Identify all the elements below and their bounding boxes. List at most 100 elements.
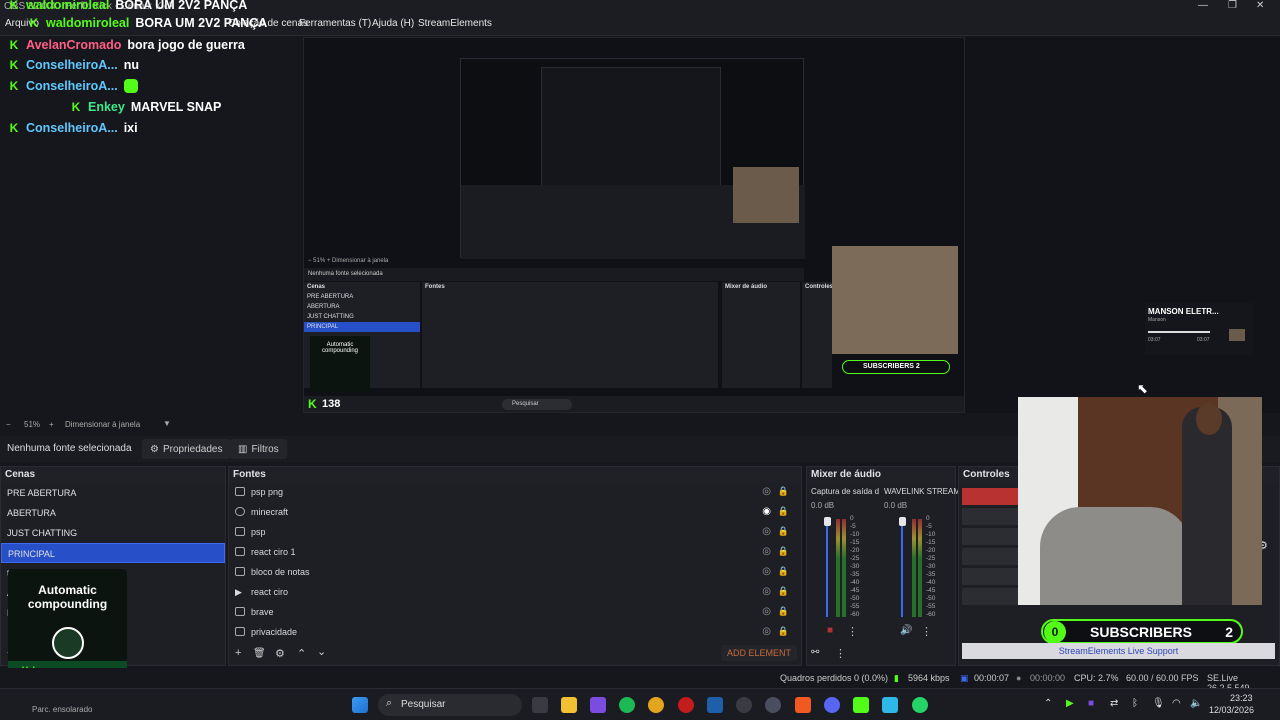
source-item[interactable]: psp ◎ 🔒: [229, 523, 801, 543]
filters-button[interactable]: ▥ Filtros: [230, 439, 287, 459]
scene-item[interactable]: JUST CHATTING: [1, 523, 225, 543]
image-icon: [235, 487, 245, 496]
gear-icon[interactable]: ⚙: [275, 647, 285, 660]
tray-icon[interactable]: ■: [1088, 698, 1094, 709]
volume-fader[interactable]: [901, 517, 903, 617]
source-item[interactable]: brave ◎ 🔒: [229, 603, 801, 623]
link-icon[interactable]: ⚯: [811, 647, 819, 658]
notes-icon[interactable]: [882, 697, 898, 713]
menu-ajuda[interactable]: Ajuda (H): [372, 18, 414, 29]
control-button[interactable]: [962, 528, 1020, 545]
steam-icon[interactable]: [707, 697, 723, 713]
chrome-icon[interactable]: [648, 697, 664, 713]
scene-item[interactable]: PRE ABERTURA: [1, 483, 225, 503]
wifi-icon[interactable]: ◠: [1172, 698, 1181, 709]
microphone-icon[interactable]: 🎙: [1152, 698, 1165, 709]
chevron-down-icon[interactable]: ▼: [163, 419, 171, 428]
control-button[interactable]: [962, 568, 1020, 585]
zoom-in-button[interactable]: +: [49, 420, 54, 429]
tray-icon[interactable]: ▶: [1066, 698, 1074, 709]
discord-icon[interactable]: [824, 697, 840, 713]
volume-knob[interactable]: [824, 517, 831, 526]
app-icon[interactable]: [765, 697, 781, 713]
window-icon: [235, 607, 245, 616]
lock-icon[interactable]: 🔒: [778, 626, 789, 637]
trash-icon[interactable]: 🗑: [253, 648, 266, 659]
volume-fader[interactable]: [826, 517, 828, 617]
chat-message: bora jogo de guerra: [127, 38, 245, 52]
source-item[interactable]: react ciro 1 ◎ 🔒: [229, 543, 801, 563]
move-down-icon[interactable]: ⌄: [317, 645, 326, 658]
more-options-icon[interactable]: ⋮: [835, 647, 846, 660]
minimize-button[interactable]: —: [1198, 0, 1208, 11]
volume-knob[interactable]: [899, 517, 906, 526]
close-button[interactable]: ✕: [1256, 0, 1264, 11]
menu-streamelements[interactable]: StreamElements: [418, 18, 492, 29]
eye-hidden-icon[interactable]: ◎: [762, 526, 771, 537]
add-element-button[interactable]: ADD ELEMENT: [721, 645, 797, 661]
clock-date[interactable]: 12/03/2026: [1209, 705, 1254, 715]
tray-icon[interactable]: ⇄: [1110, 698, 1118, 709]
eye-hidden-icon[interactable]: ◎: [762, 546, 771, 557]
emote-icon: [123, 79, 138, 93]
control-button[interactable]: [962, 588, 1020, 605]
start-icon[interactable]: [352, 697, 368, 713]
properties-button[interactable]: ⚙ Propriedades: [142, 439, 231, 459]
lock-icon[interactable]: 🔒: [778, 546, 789, 557]
bluetooth-icon[interactable]: ᛒ: [1132, 698, 1138, 709]
chat-username: waldomiroleal: [46, 16, 130, 30]
live-support-link[interactable]: StreamElements Live Support: [962, 643, 1275, 659]
nested-kick-count: 138: [322, 398, 341, 410]
preview-canvas[interactable]: − 51% + Dimensionar à janela Nenhuma fon…: [303, 37, 965, 413]
menu-ferramentas[interactable]: Ferramentas (T): [299, 18, 371, 29]
scene-item-active[interactable]: PRINCIPAL: [1, 543, 225, 563]
volume-icon[interactable]: 🔈: [1190, 698, 1202, 709]
search-box[interactable]: ⌕ Pesquisar: [378, 694, 522, 716]
eye-hidden-icon[interactable]: ◎: [762, 486, 771, 497]
lock-icon[interactable]: 🔒: [778, 586, 789, 597]
scene-item[interactable]: ABERTURA: [1, 503, 225, 523]
obs-icon[interactable]: [736, 697, 752, 713]
more-options-icon[interactable]: ⋮: [847, 625, 858, 638]
eye-hidden-icon[interactable]: ◎: [762, 566, 771, 577]
zoom-out-button[interactable]: −: [6, 420, 11, 429]
opera-icon[interactable]: [678, 697, 694, 713]
maximize-button[interactable]: ❐: [1228, 0, 1237, 11]
scale-mode-select[interactable]: Dimensionar à janela: [65, 420, 140, 429]
lock-icon[interactable]: 🔒: [778, 566, 789, 577]
lock-icon[interactable]: 🔒: [778, 526, 789, 537]
folder-icon[interactable]: [561, 697, 577, 713]
source-item[interactable]: psp png ◎ 🔒: [229, 483, 801, 503]
source-item[interactable]: privacidade ◎ 🔒: [229, 623, 801, 643]
spotify-icon[interactable]: [619, 697, 635, 713]
image-icon: [235, 547, 245, 556]
task-view-icon[interactable]: [532, 697, 548, 713]
eye-hidden-icon[interactable]: ◎: [762, 606, 771, 617]
source-item[interactable]: ▶ react ciro ◎ 🔒: [229, 583, 801, 603]
source-item[interactable]: bloco de notas ◎ 🔒: [229, 563, 801, 583]
nested-auto-card: Automatic compounding: [310, 336, 370, 392]
lock-icon[interactable]: 🔒: [778, 506, 789, 517]
whatsapp-icon[interactable]: [912, 697, 928, 713]
lock-icon[interactable]: 🔒: [778, 606, 789, 617]
eye-hidden-icon[interactable]: ◎: [762, 626, 771, 637]
source-item[interactable]: minecraft ◉ 🔒: [229, 503, 801, 523]
clock-time[interactable]: 23:23: [1230, 693, 1253, 703]
start-streaming-button[interactable]: [962, 488, 1020, 505]
auto-card-title: Automatic compounding: [27, 583, 108, 611]
control-button[interactable]: [962, 548, 1020, 565]
lock-icon[interactable]: 🔒: [778, 486, 789, 497]
muted-speaker-icon[interactable]: ■: [827, 625, 833, 636]
kick-app-icon[interactable]: [853, 697, 869, 713]
eye-hidden-icon[interactable]: ◎: [762, 586, 771, 597]
eye-icon[interactable]: ◉: [762, 506, 771, 517]
speaker-icon[interactable]: 🔊: [900, 625, 912, 636]
add-source-button[interactable]: +: [235, 647, 241, 659]
app-icon[interactable]: [590, 697, 606, 713]
move-up-icon[interactable]: ⌃: [297, 647, 306, 660]
control-button[interactable]: [962, 508, 1020, 525]
chevron-up-icon[interactable]: ⌃: [1044, 698, 1052, 709]
nested-webcam-large: [832, 246, 958, 354]
brave-icon[interactable]: [795, 697, 811, 713]
more-options-icon[interactable]: ⋮: [921, 625, 932, 638]
